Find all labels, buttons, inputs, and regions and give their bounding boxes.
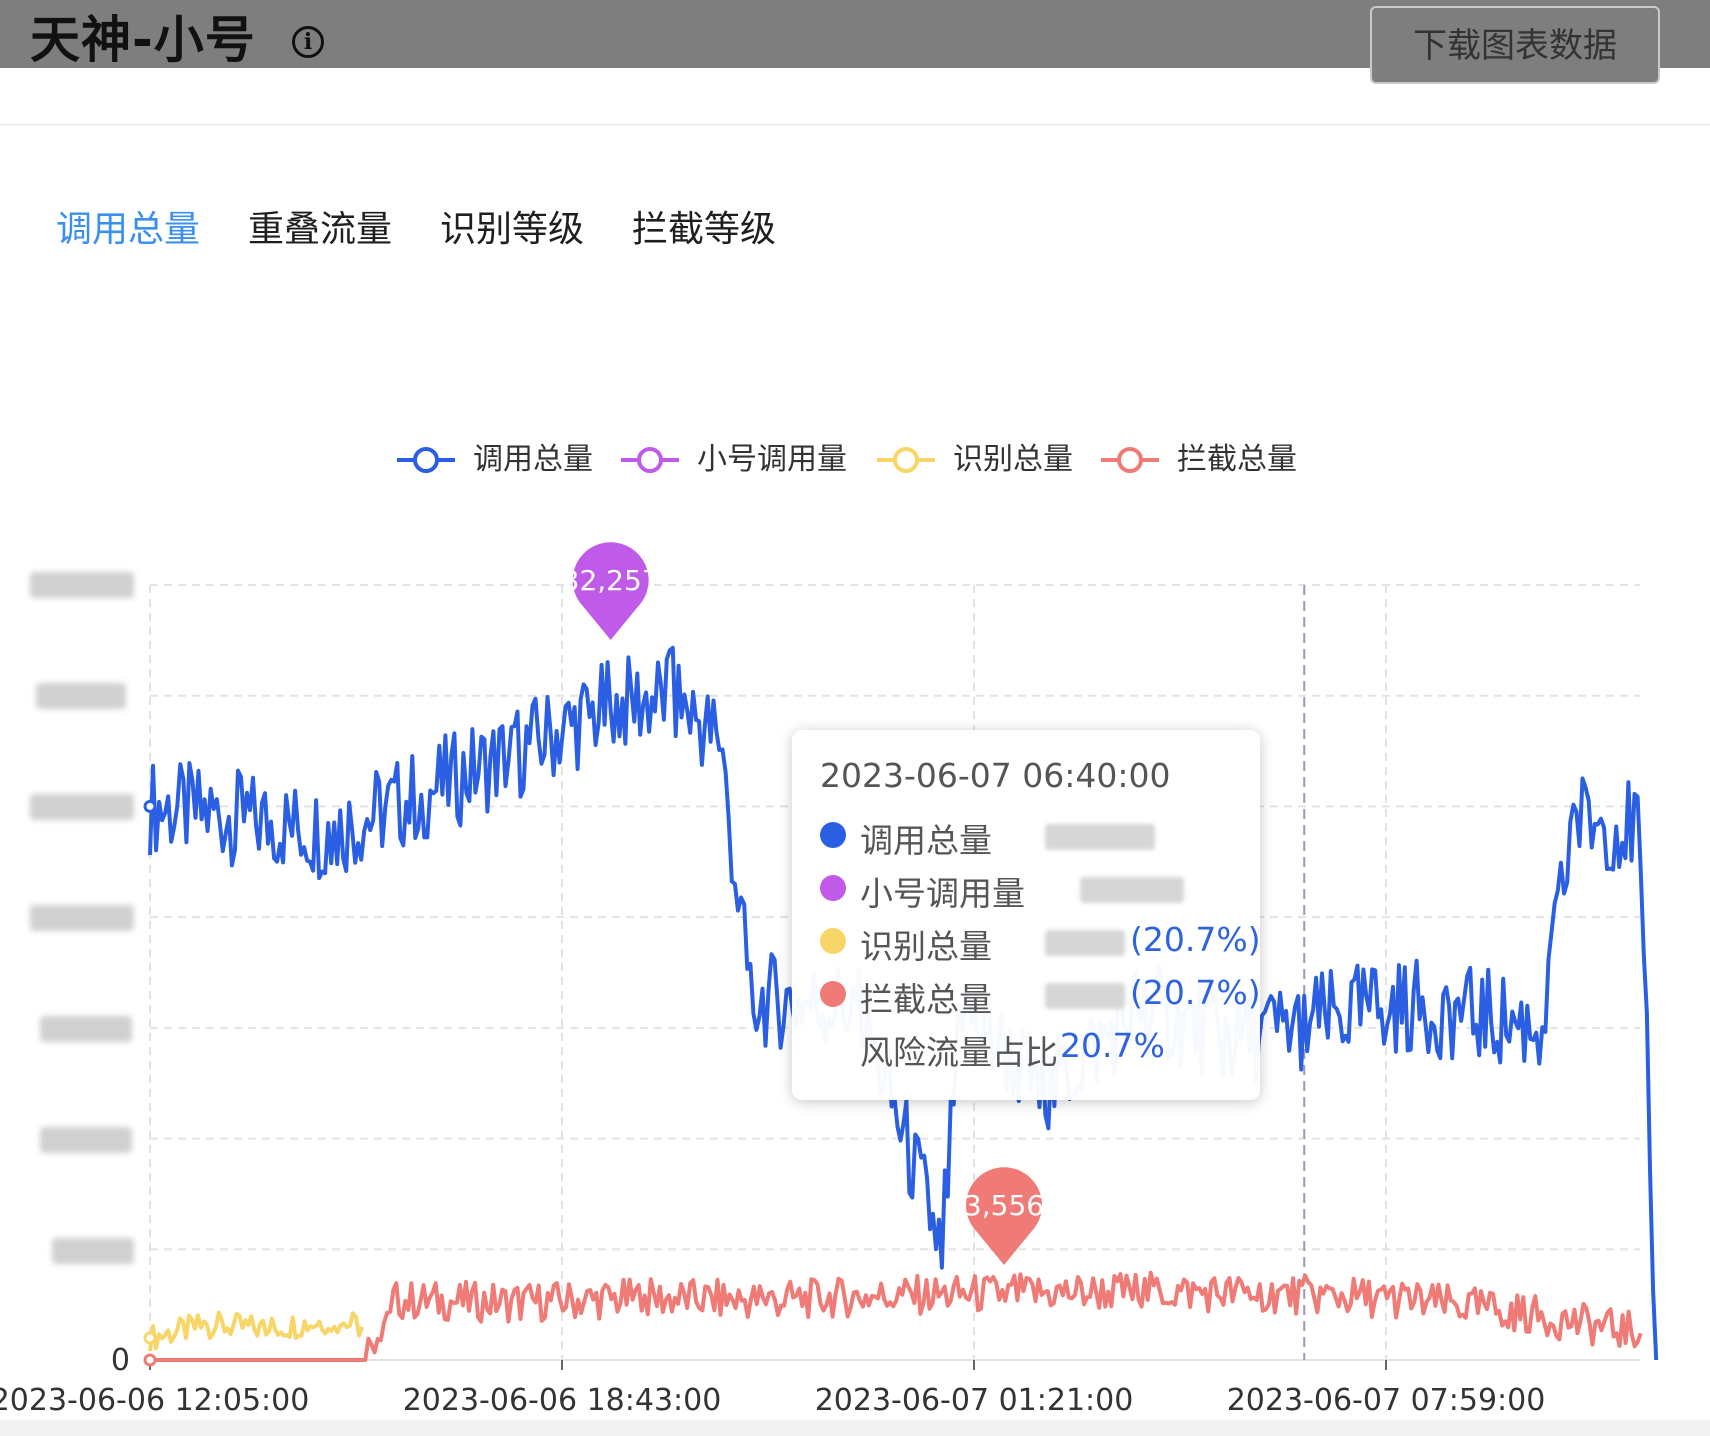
line-chart: 2023-06-06 12:05:00 2023-06-06 18:43:00 20…: [0, 542, 1659, 1418]
tooltip-dot-intercept: [820, 981, 846, 1007]
y-tick-blurred: [40, 1016, 132, 1042]
x-tick-label: 2023-06-07 01:21:00: [815, 1383, 1134, 1418]
tooltip-row-name: 调用总量: [860, 821, 992, 860]
series-point-identify: [143, 1331, 157, 1345]
y-tick-label: 0: [111, 1343, 130, 1378]
tooltip-value-blurred: [1045, 983, 1125, 1009]
series-point-total: [143, 799, 157, 813]
tooltip-row-name: 小号调用量: [860, 874, 1025, 913]
tooltip-value-blurred: [1045, 824, 1155, 850]
y-tick-blurred: [36, 683, 126, 709]
legend-label: 识别总量: [953, 442, 1073, 477]
y-tick-blurred: [40, 1127, 132, 1153]
legend-label: 小号调用量: [697, 442, 847, 477]
tooltip-row-name: 识别总量: [860, 927, 992, 966]
y-tick-blurred: [52, 1238, 134, 1264]
x-tick-label: 2023-06-06 18:43:00: [403, 1383, 722, 1418]
y-tick-blurred: [30, 572, 134, 598]
series-point-intercept: [143, 1353, 157, 1367]
tooltip-value-blurred: [1045, 930, 1125, 956]
x-tick-label: 2023-06-06 12:05:00: [0, 1383, 309, 1418]
y-tick-blurred: [30, 905, 134, 931]
legend-symbol-intercept: [1101, 447, 1159, 473]
tooltip-dot-identify: [820, 928, 846, 954]
tooltip-row-pct: (20.7%): [1130, 920, 1261, 959]
tooltip-risk-label: 风险流量占比: [860, 1033, 1058, 1072]
legend-symbol-total: [397, 447, 455, 473]
chart-tooltip: 2023-06-07 06:40:00 调用总量 小号调用量 识别总量 (20.…: [792, 730, 1261, 1100]
marker-label: 32,257: [562, 564, 660, 597]
legend-label: 拦截总量: [1177, 442, 1297, 477]
tooltip-time: 2023-06-07 06:40:00: [820, 756, 1171, 795]
series-line-intercept: [150, 1270, 1643, 1362]
bottom-edge: [0, 1420, 1710, 1436]
tooltip-value-blurred: [1080, 877, 1184, 903]
x-tick-label: 2023-06-07 07:59:00: [1227, 1383, 1546, 1418]
tooltip-dot-small: [820, 875, 846, 901]
series-line-identify: [148, 1310, 365, 1352]
tooltip-row-name: 拦截总量: [860, 980, 992, 1019]
tooltip-risk-value: 20.7%: [1060, 1026, 1165, 1065]
legend-symbol-identify: [877, 447, 935, 473]
marker-label: 3,556: [964, 1189, 1044, 1222]
tooltip-row-pct: (20.7%): [1130, 973, 1261, 1012]
tooltip-dot-total: [820, 822, 846, 848]
y-tick-blurred: [30, 794, 134, 820]
legend-symbol-small: [621, 447, 679, 473]
legend-label: 调用总量: [473, 442, 593, 477]
